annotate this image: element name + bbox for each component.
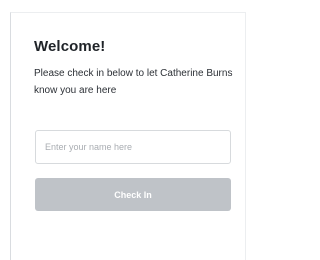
check-in-card: Welcome! Please check in below to let Ca… bbox=[10, 12, 246, 260]
page: Welcome! Please check in below to let Ca… bbox=[0, 0, 250, 260]
welcome-title: Welcome! bbox=[34, 38, 106, 55]
check-in-message: Please check in below to let Catherine B… bbox=[34, 68, 233, 96]
check-in-button[interactable]: Check In bbox=[35, 178, 231, 211]
name-input[interactable] bbox=[35, 130, 231, 164]
